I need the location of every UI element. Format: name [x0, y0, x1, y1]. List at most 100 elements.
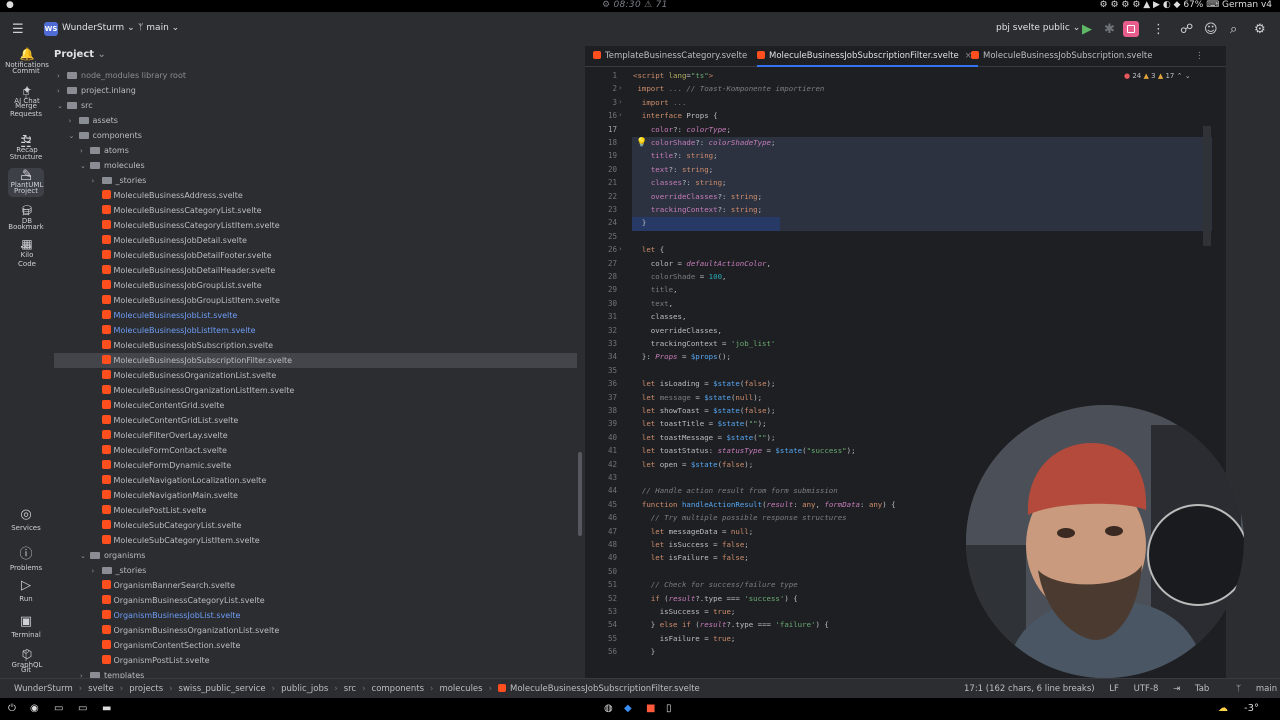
tree-file-item[interactable]: MoleculeBusinessJobGroupListItem.svelte — [92, 293, 280, 308]
line-number[interactable]: 41 — [585, 444, 631, 457]
code-line[interactable]: isFailure = true; — [633, 632, 736, 645]
tool-problems[interactable]: ⓘ Problems — [0, 543, 52, 572]
breadcrumb-item[interactable]: molecules — [439, 684, 482, 694]
code-line[interactable]: let showToast = $state(false); — [633, 404, 776, 417]
tree-file-item[interactable]: MoleculeBusinessOrganizationList.svelte — [92, 368, 276, 383]
code-line[interactable]: overrideClasses, — [633, 324, 722, 337]
line-number[interactable]: 48 — [585, 538, 631, 551]
code-line[interactable]: let messageData = null; — [633, 525, 753, 538]
line-number[interactable]: 33 — [585, 337, 631, 350]
breadcrumb-item[interactable]: svelte — [88, 684, 114, 694]
editor-scrollbar[interactable] — [1203, 126, 1211, 246]
tree-file-item[interactable]: MoleculeBusinessJobDetail.svelte — [92, 233, 247, 248]
more-icon[interactable]: ⋮ — [1152, 22, 1165, 37]
code-line[interactable]: let open = $state(false); — [633, 458, 753, 471]
window-icon[interactable]: ▭ — [54, 698, 63, 720]
tree-file-item[interactable]: MoleculeFormDynamic.svelte — [92, 458, 231, 473]
system-clock-area[interactable]: ⚙ 08:30 ⚠ 71 — [602, 0, 668, 10]
line-number[interactable]: 42 — [585, 458, 631, 471]
line-number[interactable]: 17 — [585, 123, 631, 136]
code-line[interactable]: <script lang="ts"> — [633, 69, 713, 82]
line-number[interactable]: 28 — [585, 270, 631, 283]
code-line[interactable]: } — [633, 645, 655, 658]
tree-file-item[interactable]: MoleculeContentGridList.svelte — [92, 413, 238, 428]
code-line[interactable]: // Try multiple possible response struct… — [633, 511, 847, 524]
line-number[interactable]: 40 — [585, 431, 631, 444]
system-tray[interactable]: ⚙ ⚙ ⚙ ⚙ ▲ ▶ ◐ ◆ 67% ⌨ German v4 — [1100, 0, 1272, 10]
code-line[interactable]: let toastTitle = $state(""); — [633, 417, 767, 430]
code-line[interactable]: text, — [633, 297, 673, 310]
line-number[interactable]: 52 — [585, 592, 631, 605]
line-number[interactable]: 31 — [585, 310, 631, 323]
line-number[interactable]: 16 — [585, 109, 631, 122]
code-line[interactable]: import ... — [633, 96, 687, 109]
tree-scrollbar[interactable] — [578, 452, 582, 536]
tree-folder-item[interactable]: › atoms — [80, 143, 129, 158]
line-number[interactable]: 3 — [585, 96, 631, 109]
chevron-down-icon[interactable]: ⌄ — [57, 99, 67, 114]
line-number[interactable]: 24 — [585, 216, 631, 229]
line-number[interactable]: 37 — [585, 391, 631, 404]
chevron-down-icon[interactable]: ⌄ — [80, 159, 90, 174]
line-number[interactable]: 26 — [585, 243, 631, 256]
tool-recap[interactable]: ↻ Recap — [0, 133, 54, 155]
code-line[interactable]: trackingContext = 'job_list' — [633, 337, 776, 350]
chevron-down-icon[interactable]: ⌄ — [80, 549, 90, 564]
chevron-down-icon[interactable]: ⌄ — [1185, 72, 1191, 80]
breadcrumb-item[interactable]: src — [344, 684, 356, 694]
code-line[interactable]: color = defaultActionColor, — [633, 257, 771, 270]
tree-file-item[interactable]: MoleculeBusinessJobGroupList.svelte — [92, 278, 262, 293]
fold-icon[interactable]: › — [619, 96, 622, 109]
code-with-me-icon[interactable]: ☍ — [1180, 22, 1193, 37]
code-line[interactable]: color?: colorType; — [633, 123, 731, 136]
tree-file-item[interactable]: MoleculeBusinessJobSubscription.svelte — [92, 338, 273, 353]
tree-file-item[interactable]: OrganismPostList.svelte — [92, 653, 210, 668]
tree-file-item[interactable]: MoleculeBusinessJobSubscriptionFilter.sv… — [54, 353, 577, 368]
line-number[interactable]: 54 — [585, 618, 631, 631]
tree-folder-item[interactable]: ⌄ src — [57, 98, 93, 113]
line-number[interactable]: 38 — [585, 404, 631, 417]
code-line[interactable]: classes, — [633, 310, 687, 323]
start-icon[interactable]: ◉ — [30, 698, 39, 720]
code-line[interactable]: overrideClasses?: string; — [633, 190, 762, 203]
tree-file-item[interactable]: MoleculeBusinessJobList.svelte — [92, 308, 237, 323]
line-number[interactable]: 34 — [585, 350, 631, 363]
tree-folder-item[interactable]: › project.inlang — [57, 83, 136, 98]
chevron-right-icon[interactable]: › — [92, 174, 102, 189]
window-icon[interactable]: ▭ — [78, 698, 87, 720]
tool-plantuml[interactable]: ✎ PlantUML — [0, 168, 54, 190]
tree-file-item[interactable]: MoleculePostList.svelte — [92, 503, 206, 518]
code-line[interactable]: // Handle action result from form submis… — [633, 484, 838, 497]
code-line[interactable]: let isFailure = false; — [633, 551, 749, 564]
tree-file-item[interactable]: MoleculeBusinessCategoryList.svelte — [92, 203, 262, 218]
code-line[interactable]: let toastStatus: statusType = $state("su… — [633, 444, 856, 457]
code-line[interactable]: import ... // Toast-Komponente importier… — [633, 82, 824, 95]
breadcrumb-item[interactable]: projects — [129, 684, 163, 694]
fold-icon[interactable]: › — [619, 82, 622, 95]
line-number[interactable]: 45 — [585, 498, 631, 511]
chevron-right-icon[interactable]: › — [80, 144, 90, 159]
line-number[interactable]: 32 — [585, 324, 631, 337]
line-number[interactable]: 39 — [585, 417, 631, 430]
tab-template-business-category[interactable]: TemplateBusinessCategory.svelte — [593, 46, 747, 67]
code-line[interactable]: title, — [633, 283, 678, 296]
tree-folder-item[interactable]: ⌄ molecules — [80, 158, 145, 173]
tree-folder-item[interactable]: ⌄ components — [69, 128, 142, 143]
code-line[interactable]: trackingContext?: string; — [633, 203, 762, 216]
tree-file-item[interactable]: MoleculeSubCategoryListItem.svelte — [92, 533, 260, 548]
fold-icon[interactable]: › — [619, 243, 622, 256]
project-switcher[interactable]: WunderSturm ⌄ — [62, 23, 135, 33]
chevron-right-icon[interactable]: › — [57, 69, 67, 84]
tree-file-item[interactable]: OrganismBusinessOrganizationList.svelte — [92, 623, 279, 638]
system-menu-icon[interactable]: ● — [6, 0, 14, 10]
line-number[interactable]: 50 — [585, 565, 631, 578]
line-number[interactable]: 25 — [585, 230, 631, 243]
tree-file-item[interactable]: OrganismContentSection.svelte — [92, 638, 240, 653]
tab-menu-icon[interactable]: ⋮ — [1195, 46, 1204, 67]
account-icon[interactable]: ☺ — [1204, 22, 1218, 37]
code-line[interactable]: text?: string; — [633, 163, 713, 176]
line-number[interactable]: 20 — [585, 163, 631, 176]
breadcrumb-item[interactable]: MoleculeBusinessJobSubscriptionFilter.sv… — [510, 684, 700, 694]
line-number[interactable]: 49 — [585, 551, 631, 564]
tree-file-item[interactable]: MoleculeFilterOverLay.svelte — [92, 428, 228, 443]
